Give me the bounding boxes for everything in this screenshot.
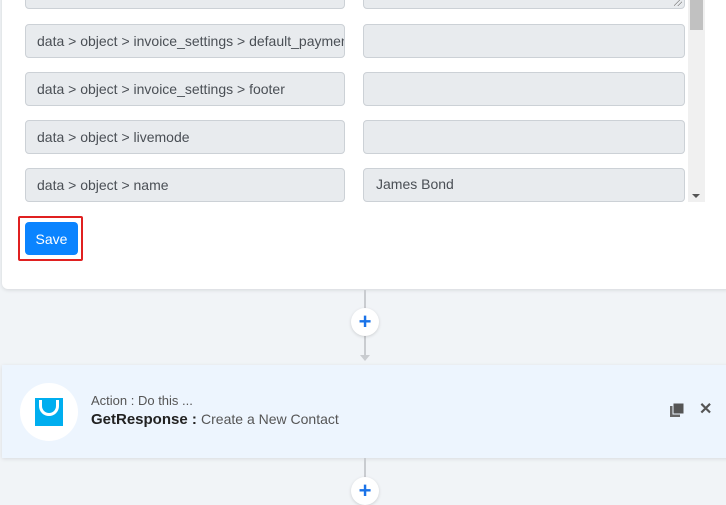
action-app: GetResponse : xyxy=(91,411,197,428)
scrollbar-thumb[interactable] xyxy=(690,0,703,30)
action-event: Create a New Contact xyxy=(201,411,339,427)
field-value-input[interactable] xyxy=(363,120,685,154)
action-subtitle: Action : Do this ... xyxy=(91,393,193,408)
getresponse-logo xyxy=(20,383,78,441)
connector-arrow-icon xyxy=(360,355,370,361)
close-icon[interactable]: ✕ xyxy=(699,399,712,419)
copy-icon[interactable] xyxy=(670,403,684,417)
field-key xyxy=(25,0,345,9)
scrollbar[interactable] xyxy=(688,0,705,202)
scroll-down-arrow-icon[interactable] xyxy=(692,194,700,198)
field-key: data > object > invoice_settings > foote… xyxy=(25,72,345,106)
action-step-card[interactable]: Action : Do this ... GetResponse : Creat… xyxy=(2,365,726,458)
add-step-button[interactable]: + xyxy=(351,308,379,336)
field-key: data > object > invoice_settings > defau… xyxy=(25,24,345,58)
field-key: data > object > livemode xyxy=(25,120,345,154)
field-key: data > object > name xyxy=(25,168,345,202)
field-value-input[interactable] xyxy=(363,0,685,9)
field-value-input[interactable]: James Bond xyxy=(363,168,685,202)
add-step-button[interactable]: + xyxy=(351,477,379,505)
field-value-input[interactable] xyxy=(363,72,685,106)
field-value-input[interactable] xyxy=(363,24,685,58)
field-mapping-card: data > object > invoice_settings > defau… xyxy=(2,0,726,289)
save-button[interactable]: Save xyxy=(25,222,78,255)
action-title: GetResponse : Create a New Contact xyxy=(91,411,339,428)
resize-grip-icon[interactable] xyxy=(674,0,682,6)
